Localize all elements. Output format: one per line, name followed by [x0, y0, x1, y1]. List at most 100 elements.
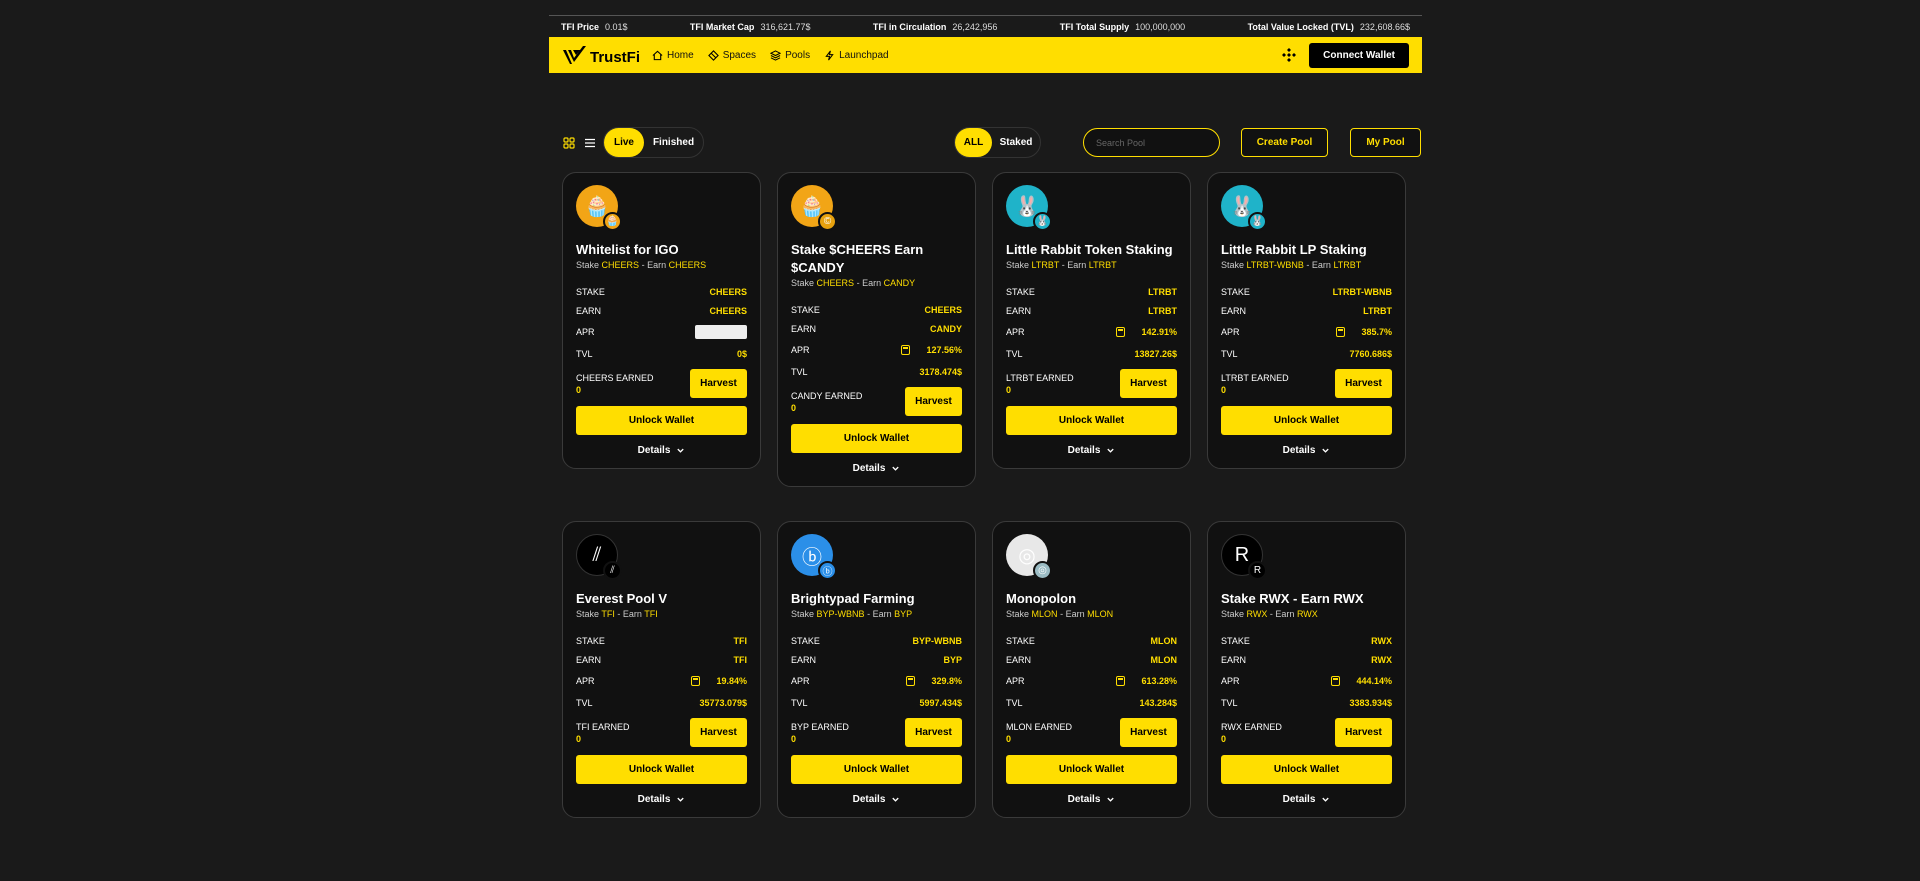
stake-row: STAKE TFI — [576, 633, 747, 648]
details-toggle[interactable]: Details — [791, 794, 962, 805]
unlock-wallet-button[interactable]: Unlock Wallet — [576, 755, 747, 784]
nav-home[interactable]: Home — [652, 50, 694, 61]
bnb-chain-icon[interactable] — [1281, 47, 1297, 63]
stake-token: LTRBT — [1031, 260, 1060, 270]
stake-token: CHEERS — [816, 278, 855, 288]
ticker-item: TFI Total Supply 100,000,000 — [1060, 22, 1185, 32]
earn-value: BYP — [943, 654, 962, 665]
pool-toolbar: Live Finished ALL Staked Create Pool My … — [562, 127, 1421, 159]
stake-value: LTRBT-WBNB — [1332, 286, 1392, 297]
dash: - — [617, 609, 621, 619]
details-toggle[interactable]: Details — [1006, 445, 1177, 456]
earn-row: EARN MLON — [1006, 652, 1177, 667]
tvl-row: TVL 13827.26$ — [1006, 346, 1177, 361]
earned-amount: 0 — [791, 733, 797, 744]
earn-value: RWX — [1371, 654, 1392, 665]
calculator-icon[interactable] — [1336, 327, 1346, 337]
details-toggle[interactable]: Details — [1221, 794, 1392, 805]
create-pool-button[interactable]: Create Pool — [1241, 128, 1328, 157]
nav-pools-label: Pools — [785, 49, 811, 61]
harvest-button[interactable]: Harvest — [1335, 369, 1392, 398]
details-toggle[interactable]: Details — [576, 794, 747, 805]
unlock-wallet-button[interactable]: Unlock Wallet — [1006, 406, 1177, 435]
earned-label: CHEERS EARNED — [576, 372, 654, 383]
candy-icon: © — [818, 212, 837, 231]
stake-token: RWX — [1246, 609, 1268, 619]
tab-staked[interactable]: Staked — [992, 137, 1040, 148]
home-icon — [652, 50, 663, 60]
calculator-icon[interactable] — [901, 345, 911, 355]
harvest-button[interactable]: Harvest — [1120, 718, 1177, 747]
stake-label: STAKE — [576, 635, 605, 646]
pool-subtitle: Stake LTRBT-WBNB - Earn LTRBT — [1221, 260, 1392, 270]
details-toggle[interactable]: Details — [1221, 445, 1392, 456]
harvest-button[interactable]: Harvest — [905, 718, 962, 747]
tab-live[interactable]: Live — [604, 128, 644, 157]
tab-finished[interactable]: Finished — [644, 137, 703, 148]
earned-label: TFI EARNED — [576, 721, 630, 732]
details-toggle[interactable]: Details — [576, 445, 747, 456]
apr-row: APR 19.84% — [576, 671, 747, 691]
calculator-icon[interactable] — [1116, 676, 1126, 686]
details-toggle[interactable]: Details — [791, 463, 962, 474]
unlock-wallet-button[interactable]: Unlock Wallet — [791, 424, 962, 453]
unlock-wallet-button[interactable]: Unlock Wallet — [1006, 755, 1177, 784]
connect-wallet-button[interactable]: Connect Wallet — [1309, 42, 1409, 68]
unlock-wallet-button[interactable]: Unlock Wallet — [576, 406, 747, 435]
chevron-down-icon — [677, 797, 685, 802]
stake-value: LTRBT — [1148, 286, 1177, 297]
apr-text: 613.28% — [1141, 676, 1177, 686]
earned-info: CHEERS EARNED 0 — [576, 372, 654, 396]
nav-launchpad[interactable]: Launchpad — [824, 50, 889, 61]
tvl-value: 5997.434$ — [919, 697, 962, 708]
stake-word: Stake — [1006, 609, 1030, 619]
apr-value: 329.8% — [906, 676, 962, 686]
tvl-label: TVL — [1221, 697, 1238, 708]
harvest-button[interactable]: Harvest — [905, 387, 962, 416]
cheers-icon: 🧁 — [603, 212, 622, 231]
calculator-icon[interactable] — [1116, 327, 1126, 337]
apr-value: 19.84% — [691, 676, 747, 686]
list-view-icon[interactable] — [584, 137, 596, 149]
search-pool-input[interactable] — [1083, 128, 1220, 157]
calculator-icon[interactable] — [1331, 676, 1341, 686]
details-toggle[interactable]: Details — [1006, 794, 1177, 805]
stake-value: TFI — [733, 635, 748, 646]
earn-value: CANDY — [929, 323, 962, 334]
harvest-button[interactable]: Harvest — [690, 718, 747, 747]
earn-row: EARN CHEERS — [576, 303, 747, 318]
harvest-button[interactable]: Harvest — [1120, 369, 1177, 398]
unlock-wallet-button[interactable]: Unlock Wallet — [791, 755, 962, 784]
nav-spaces[interactable]: Spaces — [707, 50, 756, 61]
earn-token: MLON — [1087, 609, 1114, 619]
unlock-wallet-button[interactable]: Unlock Wallet — [1221, 406, 1392, 435]
tvl-value: 35773.079$ — [699, 697, 747, 708]
pool-subtitle: Stake TFI - Earn TFI — [576, 609, 747, 619]
tab-all[interactable]: ALL — [955, 128, 992, 157]
stake-token: BYP-WBNB — [816, 609, 865, 619]
calculator-icon[interactable] — [691, 676, 701, 686]
brand-logo[interactable]: TrustFi — [562, 44, 640, 66]
tvl-label: TVL — [791, 366, 808, 377]
earn-token: LTRBT — [1333, 260, 1362, 270]
ticker-label: TFI Total Supply — [1059, 21, 1130, 32]
apr-value: 613.28% — [1116, 676, 1177, 686]
grid-view-icon[interactable] — [563, 137, 575, 149]
apr-label: APR — [1006, 327, 1025, 337]
harvest-button[interactable]: Harvest — [690, 369, 747, 398]
details-label: Details — [1067, 794, 1101, 805]
harvest-button[interactable]: Harvest — [1335, 718, 1392, 747]
pool-avatar: ⫽ ⫽ — [576, 534, 622, 580]
pool-avatar: ⓑ ⓑ — [791, 534, 837, 580]
earn-token: LTRBT — [1088, 260, 1117, 270]
calculator-icon[interactable] — [906, 676, 916, 686]
nav-pools[interactable]: Pools — [770, 50, 810, 61]
unlock-wallet-button[interactable]: Unlock Wallet — [1221, 755, 1392, 784]
pool-subtitle: Stake BYP-WBNB - Earn BYP — [791, 609, 962, 619]
chevron-down-icon — [892, 466, 900, 471]
earned-amount: 0 — [1006, 733, 1012, 744]
filter-toggle: ALL Staked — [954, 127, 1041, 158]
earn-label: EARN — [791, 323, 817, 334]
my-pool-button[interactable]: My Pool — [1350, 128, 1421, 157]
stake-label: STAKE — [791, 304, 820, 315]
